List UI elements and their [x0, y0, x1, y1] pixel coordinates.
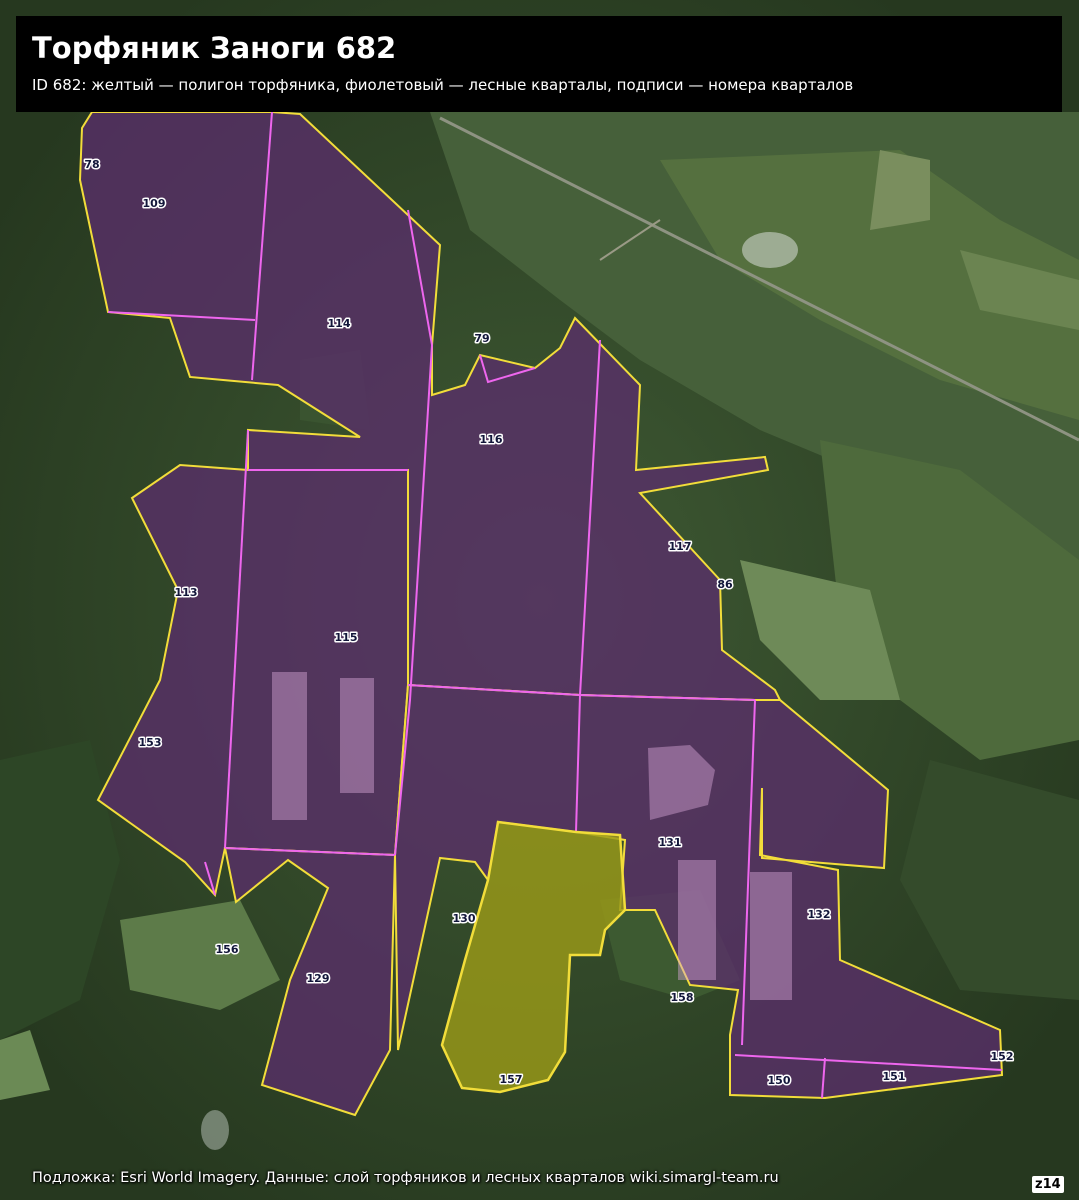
- map-header: Торфяник Заноги 682 ID 682: желтый — пол…: [16, 16, 1062, 112]
- quarter-label[interactable]: 132: [806, 907, 832, 923]
- satellite-map[interactable]: 78 109 114 79 116 113 115 117 86 153 131…: [0, 0, 1079, 1200]
- quarter-label[interactable]: 79: [473, 331, 491, 347]
- quarter-label[interactable]: 115: [333, 630, 359, 646]
- quarter-label[interactable]: 129: [305, 971, 331, 987]
- map-legend-description: ID 682: желтый — полигон торфяника, фиол…: [32, 76, 854, 94]
- quarter-label[interactable]: 117: [667, 539, 693, 555]
- quarter-label[interactable]: 131: [657, 835, 683, 851]
- quarter-label[interactable]: 130: [451, 911, 477, 927]
- quarter-label[interactable]: 114: [326, 316, 352, 332]
- quarter-label[interactable]: 156: [214, 942, 240, 958]
- quarter-label[interactable]: 113: [173, 585, 199, 601]
- quarter-label[interactable]: 116: [478, 432, 504, 448]
- quarter-label[interactable]: 151: [881, 1069, 907, 1085]
- quarter-label[interactable]: 150: [766, 1073, 792, 1089]
- zoom-level-badge: z14: [1032, 1176, 1064, 1193]
- quarter-label[interactable]: 152: [989, 1049, 1015, 1065]
- quarter-label[interactable]: 109: [141, 196, 167, 212]
- quarter-label[interactable]: 157: [498, 1072, 524, 1088]
- attribution-text: Подложка: Esri World Imagery. Данные: сл…: [32, 1170, 779, 1186]
- quarter-label[interactable]: 86: [716, 577, 735, 593]
- quarter-label[interactable]: 158: [669, 990, 695, 1006]
- quarter-label[interactable]: 153: [137, 735, 163, 751]
- map-title: Торфяник Заноги 682: [32, 31, 397, 65]
- quarter-label[interactable]: 78: [83, 157, 101, 173]
